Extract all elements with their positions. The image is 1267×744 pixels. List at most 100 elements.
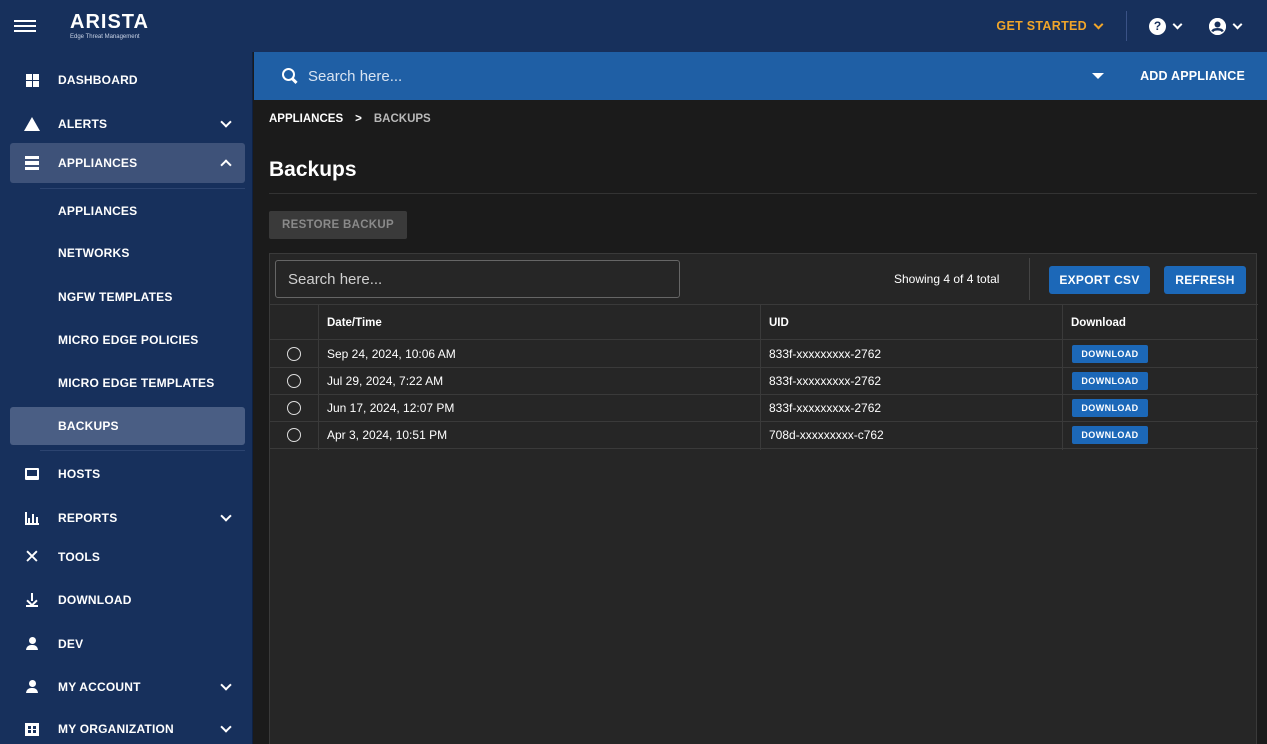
table-row[interactable]: Sep 24, 2024, 10:06 AM 833f-xxxxxxxxx-27… bbox=[270, 341, 1258, 368]
cell-uid: 833f-xxxxxxxxx-2762 bbox=[769, 401, 882, 415]
sidebar: DASHBOARD ALERTS APPLIANCES APPLIANCES N… bbox=[0, 52, 253, 744]
breadcrumb-parent[interactable]: APPLIANCES bbox=[269, 113, 343, 125]
help-icon: ? bbox=[1149, 17, 1166, 35]
download-icon bbox=[24, 592, 40, 608]
server-icon bbox=[24, 155, 40, 171]
logo-text: ARISTA bbox=[70, 11, 149, 33]
column-header-uid[interactable]: UID bbox=[769, 317, 789, 329]
breadcrumb-current: BACKUPS bbox=[373, 113, 431, 125]
chevron-down-icon bbox=[1093, 19, 1104, 29]
get-started-label: GET STARTED bbox=[996, 19, 1087, 33]
sidebar-subitem-micro-edge-templates[interactable]: MICRO EDGE TEMPLATES bbox=[0, 364, 253, 402]
global-search-bar: Search here... ADD APPLIANCE bbox=[254, 52, 1267, 100]
user-circle-icon bbox=[1209, 17, 1226, 35]
sidebar-item-hosts[interactable]: HOSTS bbox=[0, 454, 253, 494]
sidebar-item-label: MY ORGANIZATION bbox=[58, 722, 174, 736]
table-row[interactable]: Jun 17, 2024, 12:07 PM 833f-xxxxxxxxx-27… bbox=[270, 395, 1258, 422]
sidebar-subitem-appliances[interactable]: APPLIANCES bbox=[0, 192, 253, 230]
laptop-icon bbox=[24, 466, 40, 482]
sidebar-item-label: ALERTS bbox=[58, 117, 108, 131]
divider bbox=[1029, 258, 1030, 300]
sidebar-subitem-label: APPLIANCES bbox=[58, 204, 138, 218]
cell-uid: 833f-xxxxxxxxx-2762 bbox=[769, 374, 882, 388]
chevron-down-icon[interactable] bbox=[220, 679, 232, 691]
logo-subtitle: Edge Threat Management bbox=[70, 34, 140, 40]
showing-count: Showing 4 of 4 total bbox=[894, 272, 1000, 286]
refresh-button[interactable]: REFRESH bbox=[1164, 266, 1246, 294]
sidebar-item-label: APPLIANCES bbox=[58, 156, 138, 170]
sidebar-item-tools[interactable]: ✕ TOOLS bbox=[0, 537, 253, 577]
sidebar-item-download[interactable]: DOWNLOAD bbox=[0, 580, 253, 620]
row-select-radio[interactable] bbox=[287, 428, 301, 442]
sidebar-item-label: DEV bbox=[58, 637, 84, 651]
row-select-radio[interactable] bbox=[287, 347, 301, 361]
restore-backup-button[interactable]: RESTORE BACKUP bbox=[269, 211, 407, 239]
global-search-input[interactable]: Search here... bbox=[308, 68, 402, 85]
sidebar-item-my-account[interactable]: MY ACCOUNT bbox=[0, 667, 253, 707]
table-search-input[interactable] bbox=[275, 260, 680, 298]
chevron-down-icon bbox=[1172, 19, 1183, 29]
sidebar-item-alerts[interactable]: ALERTS bbox=[0, 104, 253, 144]
get-started-button[interactable]: GET STARTED bbox=[996, 19, 1126, 33]
table-header: Date/Time UID Download bbox=[270, 304, 1258, 340]
tools-icon: ✕ bbox=[24, 546, 40, 568]
backups-table-panel: Showing 4 of 4 total EXPORT CSV REFRESH … bbox=[269, 253, 1258, 744]
search-icon bbox=[282, 68, 298, 84]
sidebar-subitem-label: BACKUPS bbox=[58, 419, 119, 433]
download-button[interactable]: DOWNLOAD bbox=[1072, 345, 1148, 363]
sidebar-subitem-ngfw-templates[interactable]: NGFW TEMPLATES bbox=[0, 278, 253, 316]
cell-uid: 708d-xxxxxxxxx-c762 bbox=[769, 428, 884, 442]
bar-chart-icon bbox=[24, 510, 40, 526]
sidebar-subitem-label: NGFW TEMPLATES bbox=[58, 290, 173, 304]
sidebar-item-label: HOSTS bbox=[58, 467, 101, 481]
sidebar-item-label: DASHBOARD bbox=[58, 73, 138, 87]
sidebar-subitem-label: MICRO EDGE POLICIES bbox=[58, 333, 199, 347]
account-menu-button[interactable] bbox=[1195, 17, 1267, 35]
breadcrumb: APPLIANCES > BACKUPS bbox=[269, 113, 431, 125]
sidebar-item-label: TOOLS bbox=[58, 550, 101, 564]
column-header-datetime[interactable]: Date/Time bbox=[327, 317, 382, 329]
sidebar-subitem-label: MICRO EDGE TEMPLATES bbox=[58, 376, 215, 390]
chevron-up-icon[interactable] bbox=[220, 159, 232, 171]
divider bbox=[269, 193, 1257, 194]
sidebar-item-my-organization[interactable]: MY ORGANIZATION bbox=[0, 709, 253, 744]
arista-logo[interactable]: ARISTA Edge Threat Management bbox=[70, 12, 149, 40]
caret-down-icon[interactable] bbox=[1092, 73, 1105, 79]
download-button[interactable]: DOWNLOAD bbox=[1072, 372, 1148, 390]
column-header-download[interactable]: Download bbox=[1071, 317, 1126, 329]
row-select-radio[interactable] bbox=[287, 374, 301, 388]
dashboard-grid-icon bbox=[24, 72, 40, 88]
cell-datetime: Sep 24, 2024, 10:06 AM bbox=[327, 347, 456, 361]
cell-datetime: Jun 17, 2024, 12:07 PM bbox=[327, 401, 455, 415]
sidebar-item-dashboard[interactable]: DASHBOARD bbox=[0, 60, 253, 100]
table-row[interactable]: Jul 29, 2024, 7:22 AM 833f-xxxxxxxxx-276… bbox=[270, 368, 1258, 395]
add-appliance-button[interactable]: ADD APPLIANCE bbox=[1140, 69, 1245, 83]
cell-uid: 833f-xxxxxxxxx-2762 bbox=[769, 347, 882, 361]
sidebar-subitem-backups[interactable]: BACKUPS bbox=[10, 407, 245, 445]
sidebar-item-dev[interactable]: DEV bbox=[0, 624, 253, 664]
divider bbox=[40, 188, 245, 189]
chevron-down-icon[interactable] bbox=[220, 510, 232, 522]
account-settings-icon bbox=[24, 679, 40, 695]
sidebar-subitem-micro-edge-policies[interactable]: MICRO EDGE POLICIES bbox=[0, 321, 253, 359]
warning-triangle-icon bbox=[24, 116, 40, 132]
building-icon bbox=[24, 721, 40, 737]
breadcrumb-separator-icon: > bbox=[355, 113, 362, 125]
row-select-radio[interactable] bbox=[287, 401, 301, 415]
top-bar: ARISTA Edge Threat Management GET STARTE… bbox=[0, 0, 1267, 52]
sidebar-subitem-networks[interactable]: NETWORKS bbox=[0, 234, 253, 272]
export-csv-button[interactable]: EXPORT CSV bbox=[1049, 266, 1150, 294]
sidebar-item-appliances[interactable]: APPLIANCES bbox=[10, 143, 245, 183]
help-menu-button[interactable]: ? bbox=[1127, 17, 1195, 35]
hamburger-menu-icon[interactable] bbox=[14, 20, 36, 32]
cell-datetime: Apr 3, 2024, 10:51 PM bbox=[327, 428, 448, 442]
chevron-down-icon bbox=[1232, 19, 1243, 29]
sidebar-item-reports[interactable]: REPORTS bbox=[0, 498, 253, 538]
sidebar-item-label: REPORTS bbox=[58, 511, 118, 525]
download-button[interactable]: DOWNLOAD bbox=[1072, 399, 1148, 417]
table-row[interactable]: Apr 3, 2024, 10:51 PM 708d-xxxxxxxxx-c76… bbox=[270, 422, 1258, 449]
download-button[interactable]: DOWNLOAD bbox=[1072, 426, 1148, 444]
chevron-down-icon[interactable] bbox=[220, 721, 232, 733]
sidebar-item-label: MY ACCOUNT bbox=[58, 680, 141, 694]
chevron-down-icon[interactable] bbox=[220, 116, 232, 128]
